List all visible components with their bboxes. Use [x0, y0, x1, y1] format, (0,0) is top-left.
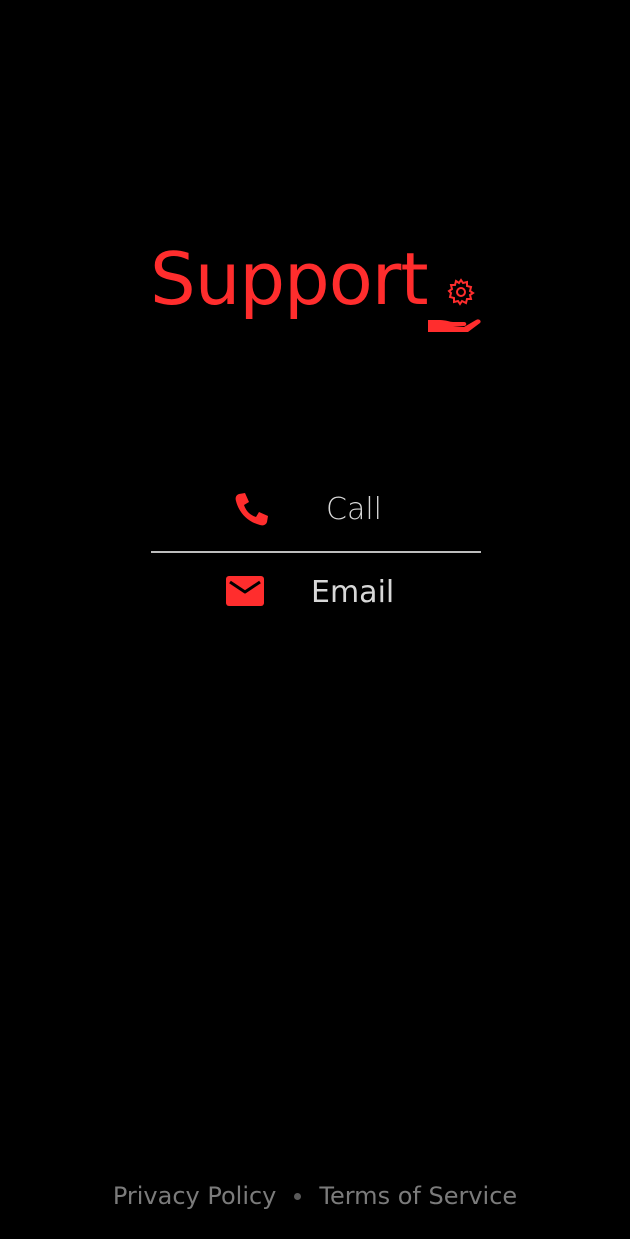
envelope-icon [226, 576, 264, 606]
page-title: Support [150, 237, 429, 321]
email-label: Email [311, 575, 395, 610]
footer: Privacy Policy Terms of Service [0, 1176, 630, 1216]
hand-gear-icon [428, 278, 481, 332]
phone-icon [235, 493, 268, 526]
option-divider [151, 551, 481, 553]
call-option[interactable]: Call [151, 470, 481, 550]
separator-dot [294, 1192, 302, 1200]
call-label: Call [326, 492, 383, 527]
terms-of-service-link[interactable]: Terms of Service [319, 1182, 517, 1210]
privacy-policy-link[interactable]: Privacy Policy [113, 1182, 277, 1210]
contact-options: Call Email [151, 470, 481, 610]
email-option[interactable]: Email [151, 554, 481, 634]
support-header: Support [150, 236, 490, 336]
